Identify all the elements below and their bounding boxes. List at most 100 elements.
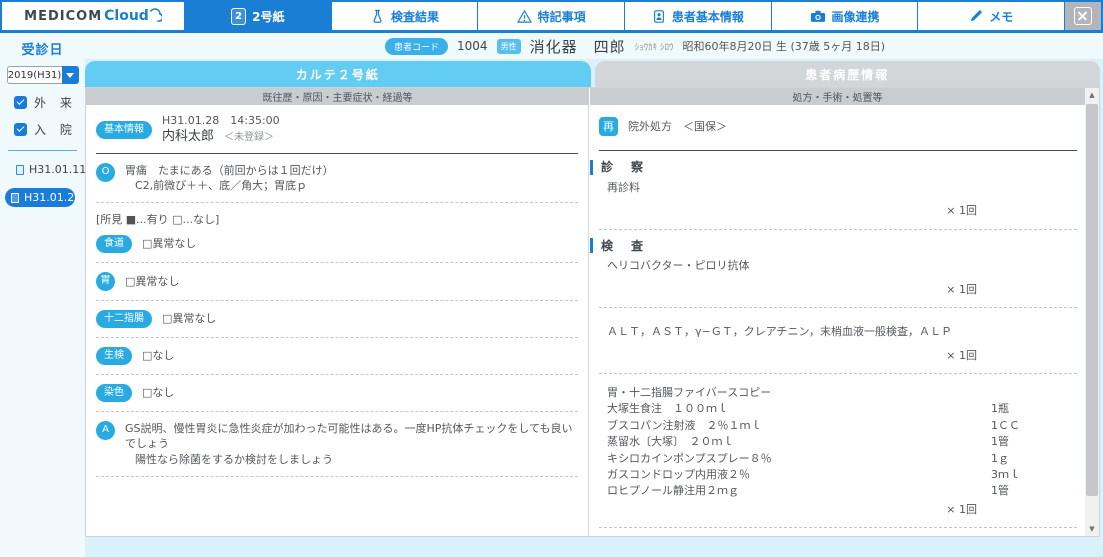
duodenum-finding: □異常なし bbox=[162, 312, 217, 326]
chevron-down-icon[interactable] bbox=[61, 66, 79, 84]
revisit-badge: 再 bbox=[599, 117, 618, 136]
visit-date-label: H31.01.28 bbox=[24, 191, 82, 204]
inpatient-checkbox[interactable] bbox=[14, 123, 27, 136]
document-2-icon: 2 bbox=[231, 7, 247, 25]
symptom-text: 胃痛 たまにある（前回からは１回だけ） bbox=[125, 163, 334, 177]
symptom-detail: C2,前微び＋＋、底／角大；胃底ｐ bbox=[135, 178, 308, 192]
stomach-badge: 胃 bbox=[96, 271, 115, 291]
left-column-header: 既往歴・原因・主要症状・経過等 bbox=[86, 88, 589, 105]
symptoms-column: 基本情報 H31.01.28 14:35:00 内科太郎 ＜未登録＞ O 胃痛 た… bbox=[86, 105, 589, 536]
tab-image-link[interactable]: 画像連携 bbox=[771, 2, 918, 30]
tab-label: 画像連携 bbox=[831, 9, 880, 24]
app-logo: MEDICOM Cloud bbox=[2, 2, 184, 30]
biopsy-badge: 生検 bbox=[96, 346, 132, 365]
section-accent-bar bbox=[590, 238, 593, 254]
tab-patient-history[interactable]: 患者病歴情報 bbox=[594, 61, 1100, 87]
objective-badge: O bbox=[96, 162, 115, 182]
patient-info-bar: 患者コード 1004 男性 消化器 四郎 ｼｮｳｶｷ ｼﾛｳ 昭和60年8月20… bbox=[85, 33, 1103, 59]
test-section-title: 検 査 bbox=[601, 238, 647, 253]
med-qty: 1ｇ bbox=[991, 451, 1009, 465]
year-select-value: 2019(H31) bbox=[6, 66, 62, 84]
person-card-icon bbox=[652, 9, 666, 24]
tab-karte-sheet[interactable]: カルテ２号紙 bbox=[85, 61, 591, 87]
med-qty: 1管 bbox=[991, 435, 1009, 449]
esophagus-finding: □異常なし bbox=[142, 237, 197, 251]
med-qty: 3ｍｌ bbox=[991, 467, 1020, 481]
visit-date-item[interactable]: H31.01.11 bbox=[10, 161, 86, 178]
year-select[interactable]: 2019(H31) bbox=[6, 66, 79, 84]
filter-outpatient[interactable]: 外 来 bbox=[14, 94, 85, 111]
med-name: 大塚生食注 １００ｍｌ bbox=[607, 402, 728, 416]
outpatient-label: 外 来 bbox=[34, 96, 77, 110]
prescription-column: 再 院外処方 ＜国保＞ 診 察 再診料 × 1回 検 査 ヘリコバクター・ピロリ… bbox=[590, 105, 1085, 536]
blood-test-item: ＡＬＴ，ＡＳＴ，γ−ＧＴ，クレアチニン，末梢血液一般検査，ＡＬＰ bbox=[607, 325, 952, 339]
flask-icon bbox=[370, 9, 385, 24]
patient-code-value: 1004 bbox=[457, 39, 488, 53]
filter-inpatient[interactable]: 入 院 bbox=[14, 121, 85, 138]
karte-panel: 既往歴・原因・主要症状・経過等 処方・手術・処置等 基本情報 H31.01.28… bbox=[85, 87, 1100, 537]
dashed-divider bbox=[96, 475, 578, 477]
blood-test-count: × 1回 bbox=[946, 348, 977, 362]
close-icon bbox=[1074, 7, 1093, 25]
assessment-badge: A bbox=[96, 420, 115, 440]
med-name: キシロカインポンプスプレー８％ bbox=[607, 451, 772, 465]
tab-label: メモ bbox=[989, 9, 1014, 24]
tab-patient-basic-info[interactable]: 患者基本情報 bbox=[625, 2, 771, 30]
tab-label: 患者基本情報 bbox=[671, 9, 744, 24]
pencil-icon bbox=[969, 9, 983, 23]
med-qty: 1ＣＣ bbox=[991, 418, 1020, 432]
right-column-header: 処方・手術・処置等 bbox=[590, 88, 1085, 105]
procedure-qty bbox=[991, 385, 1079, 400]
patient-code-badge: 患者コード bbox=[385, 37, 449, 55]
visit-date-sidebar: 受診日 2019(H31) 外 来 入 院 H31.01.11 H31.01.2… bbox=[0, 33, 86, 557]
logo-medicom-text: MEDICOM bbox=[24, 8, 103, 24]
procedure-name: 胃・十二指腸ファイバースコピー bbox=[607, 385, 772, 399]
comment-section-title: コ メ ン ト bbox=[601, 536, 683, 537]
vertical-scrollbar[interactable]: ▲ ▼ bbox=[1085, 88, 1099, 536]
chart-tab-bar: カルテ２号紙 患者病歴情報 bbox=[85, 61, 1100, 87]
scroll-up-icon[interactable]: ▲ bbox=[1085, 88, 1099, 102]
document-icon bbox=[11, 192, 19, 203]
med-qty: 1瓶 bbox=[991, 402, 1009, 416]
med-name: ロヒプノール静注用２ｍｇ bbox=[607, 484, 739, 498]
rx-note-text: 院外処方 ＜国保＞ bbox=[628, 119, 727, 133]
tab-test-results[interactable]: 検査結果 bbox=[331, 2, 478, 30]
findings-legend: [所見 ■...有り □...なし] bbox=[96, 213, 220, 227]
med-name: ガスコンドロップ内用液２％ bbox=[607, 467, 750, 481]
doctor-registered-status: ＜未登録＞ bbox=[224, 132, 275, 144]
staining-badge: 染色 bbox=[96, 383, 132, 402]
assessment-text-2: 陽性なら除菌をするか検討をしましょう bbox=[135, 452, 333, 466]
tab-special-notes[interactable]: 特記事項 bbox=[478, 2, 625, 30]
section-accent-bar bbox=[590, 159, 593, 175]
tab-memo[interactable]: メモ bbox=[918, 2, 1065, 30]
test-item: ヘリコバクター・ピロリ抗体 bbox=[607, 259, 750, 273]
record-datetime: H31.01.28 14:35:00 bbox=[162, 114, 280, 127]
tab-karte-2gousi[interactable]: 2 2号紙 bbox=[185, 2, 331, 30]
patient-birthdate: 昭和60年8月20日 生 (37歳 5ヶ月 18日) bbox=[682, 40, 886, 53]
med-qty: 1管 bbox=[991, 484, 1009, 498]
exam-item: 再診料 bbox=[607, 180, 640, 194]
sidebar-divider bbox=[8, 150, 77, 151]
tab-label: 2号紙 bbox=[252, 9, 285, 24]
basic-info-badge: 基本情報 bbox=[96, 121, 152, 139]
stomach-finding: □異常なし bbox=[125, 274, 180, 288]
test-count: × 1回 bbox=[946, 282, 977, 296]
scroll-down-icon[interactable]: ▼ bbox=[1085, 522, 1099, 536]
scrollbar-thumb[interactable] bbox=[1086, 104, 1098, 496]
esophagus-badge: 食道 bbox=[96, 234, 132, 253]
patient-kana: ｼｮｳｶｷ ｼﾛｳ bbox=[634, 42, 674, 53]
visit-date-item-selected[interactable]: H31.01.28 bbox=[5, 188, 81, 207]
warning-icon bbox=[517, 9, 532, 24]
document-icon bbox=[16, 164, 24, 175]
med-name: 蒸留水〔大塚〕 ２０ｍｌ bbox=[607, 435, 734, 449]
outpatient-checkbox[interactable] bbox=[14, 96, 27, 109]
cloud-swoosh-icon bbox=[150, 8, 162, 22]
exam-section-title: 診 察 bbox=[601, 160, 647, 174]
logo-cloud-text: Cloud bbox=[104, 8, 149, 24]
duodenum-badge: 十二指腸 bbox=[96, 309, 152, 328]
med-name: ブスコパン注射液 ２％１ｍｌ bbox=[607, 418, 762, 432]
gender-badge: 男性 bbox=[496, 38, 521, 54]
column-headers: 既往歴・原因・主要症状・経過等 処方・手術・処置等 bbox=[86, 88, 1085, 105]
assessment-text: GS説明、慢性胃炎に急性炎症が加わった可能性はある。一度HP抗体チェックをしても… bbox=[125, 421, 573, 451]
close-button[interactable] bbox=[1065, 2, 1102, 30]
